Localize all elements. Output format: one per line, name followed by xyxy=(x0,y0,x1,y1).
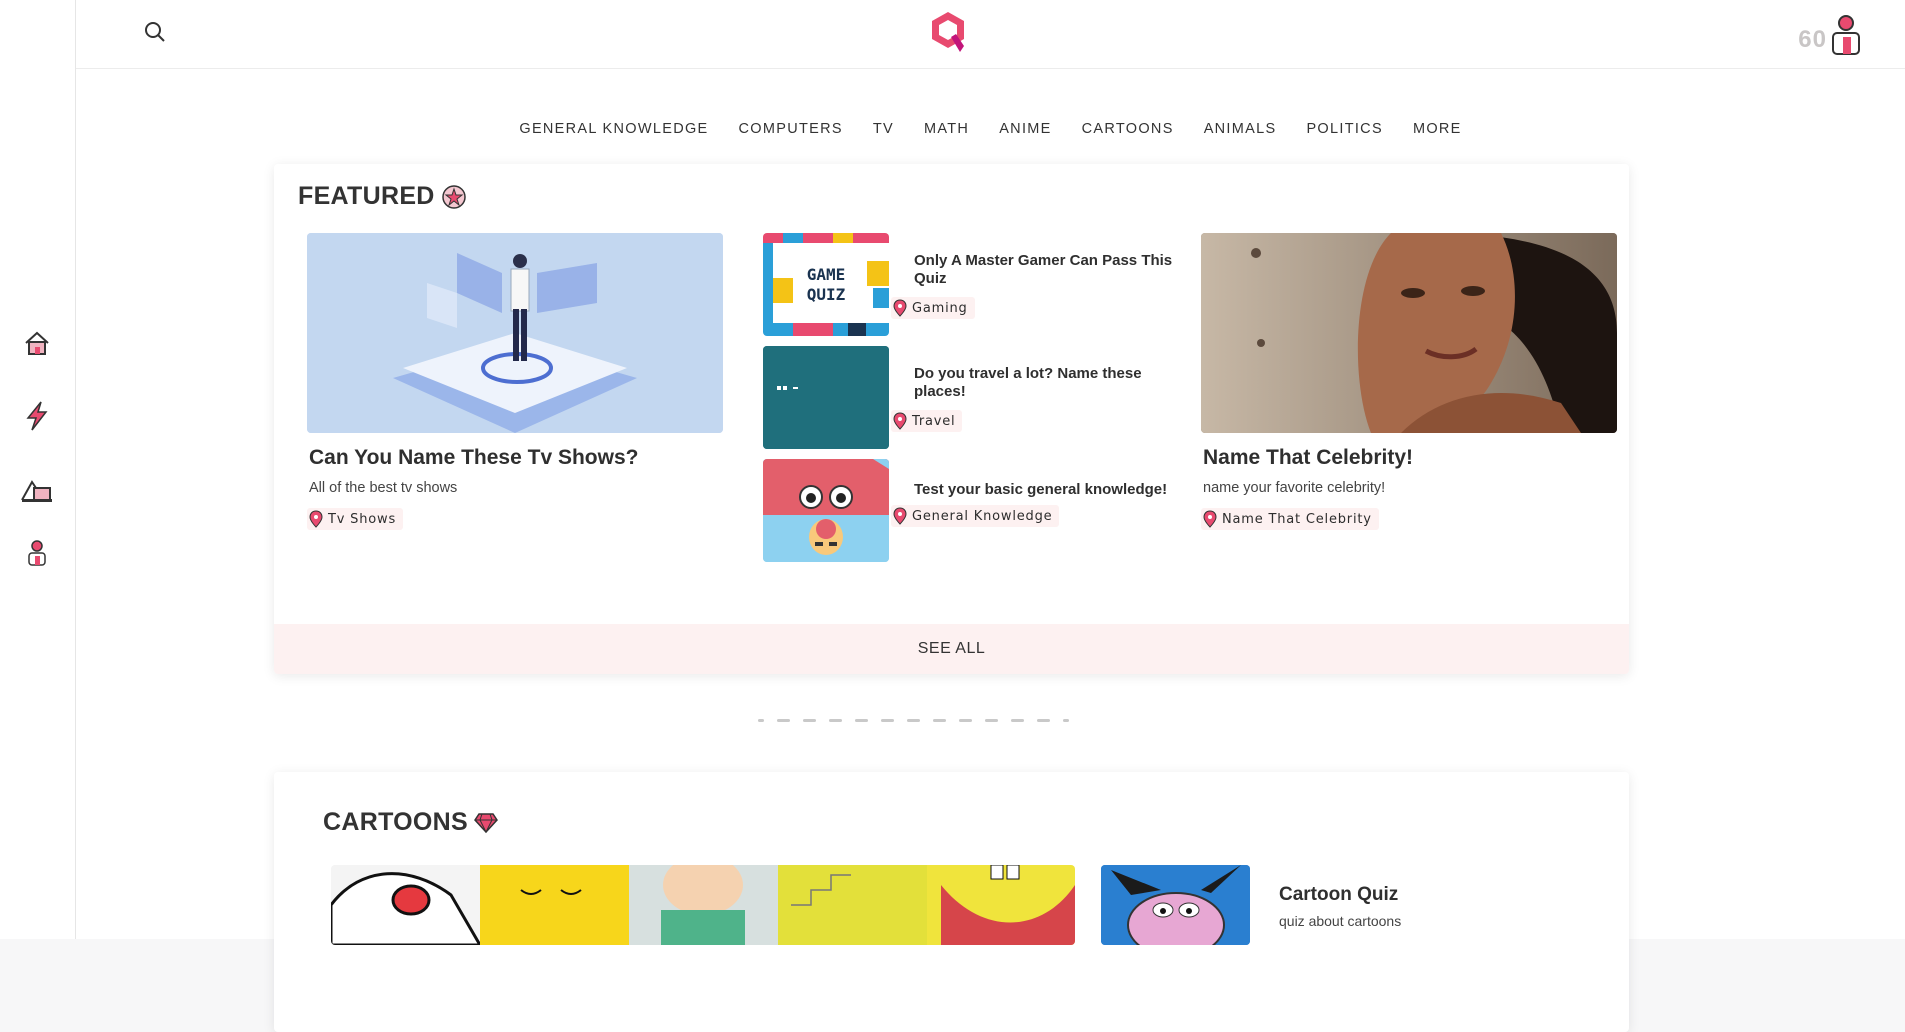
nav-item-animals[interactable]: ANIMALS xyxy=(1204,121,1277,137)
carousel-dot[interactable] xyxy=(1063,719,1069,722)
quiz-illustration xyxy=(307,233,723,433)
tv-shows-quiz-image[interactable] xyxy=(307,233,723,433)
celebrity-quiz-image[interactable] xyxy=(1201,233,1617,433)
tag-label: Name That Celebrity xyxy=(1222,511,1372,527)
profile-button[interactable] xyxy=(1829,14,1863,56)
tv-shows-quiz-title[interactable]: Can You Name These Tv Shows? xyxy=(309,446,638,470)
main-content: GENERAL KNOWLEDGE COMPUTERS TV MATH ANIM… xyxy=(76,69,1905,1032)
general-knowledge-quiz-image[interactable] xyxy=(763,459,889,562)
game-quiz-illustration: GAME QUIZ xyxy=(763,233,889,336)
tag-name-that-celebrity[interactable]: Name That Celebrity xyxy=(1201,508,1379,530)
celebrity-quiz-title[interactable]: Name That Celebrity! xyxy=(1203,446,1413,470)
featured-title: FEATURED xyxy=(298,182,435,210)
category-nav: GENERAL KNOWLEDGE COMPUTERS TV MATH ANIM… xyxy=(76,121,1905,137)
tag-label: Gaming xyxy=(912,300,968,316)
logo-icon xyxy=(932,12,964,52)
tag-label: Travel xyxy=(912,413,956,429)
general-knowledge-illustration xyxy=(763,459,889,562)
carousel-dot[interactable] xyxy=(855,719,868,722)
home-button[interactable] xyxy=(19,326,55,362)
trophy-button[interactable] xyxy=(19,472,55,508)
search-icon xyxy=(145,22,165,42)
carousel-dot[interactable] xyxy=(1037,719,1050,722)
top-header: 60 xyxy=(76,0,1905,69)
tag-gaming[interactable]: Gaming xyxy=(891,297,975,319)
carousel-dot[interactable] xyxy=(758,719,764,722)
star-badge-icon xyxy=(441,184,466,209)
pin-icon xyxy=(893,412,907,430)
profile-icon xyxy=(28,540,46,566)
cartoon-strip-illustration xyxy=(331,865,1075,945)
sidebar xyxy=(0,0,76,939)
score-value: 60 xyxy=(1798,26,1827,53)
lightning-icon xyxy=(26,401,48,431)
cartoon-quiz-desc: quiz about cartoons xyxy=(1279,913,1402,929)
gaming-quiz-title[interactable]: Only A Master Gamer Can Pass This Quiz xyxy=(914,252,1194,288)
cartoons-section: CARTOONS Cartoon Quiz quiz about cartoon… xyxy=(274,772,1629,1032)
travel-quiz-title[interactable]: Do you travel a lot? Name these places! xyxy=(914,365,1194,401)
cartoons-title: CARTOONS xyxy=(323,808,469,836)
cartoons-quiz-image-strip[interactable] xyxy=(331,865,1075,945)
pin-icon xyxy=(1203,510,1217,528)
tag-label: General Knowledge xyxy=(912,508,1053,524)
nav-item-cartoons[interactable]: CARTOONS xyxy=(1082,121,1174,137)
featured-heading: FEATURED xyxy=(298,182,467,211)
pin-icon xyxy=(893,299,907,317)
travel-quiz-image[interactable] xyxy=(763,346,889,449)
profile-icon xyxy=(1832,15,1860,55)
carousel-dot[interactable] xyxy=(907,719,920,722)
tag-tv-shows[interactable]: Tv Shows xyxy=(307,508,404,530)
cartoons-heading: CARTOONS xyxy=(323,808,498,837)
nav-item-math[interactable]: MATH xyxy=(924,121,969,137)
carousel-dot[interactable] xyxy=(881,719,894,722)
carousel-dot[interactable] xyxy=(985,719,998,722)
travel-illustration xyxy=(763,346,889,449)
general-knowledge-quiz-title[interactable]: Test your basic general knowledge! xyxy=(914,481,1194,499)
nav-item-computers[interactable]: COMPUTERS xyxy=(739,121,843,137)
gem-icon xyxy=(474,812,498,833)
nav-item-more[interactable]: MORE xyxy=(1413,121,1462,137)
trophy-icon xyxy=(21,480,52,502)
celebrity-quiz-desc: name your favorite celebrity! xyxy=(1203,480,1386,496)
tag-general-knowledge[interactable]: General Knowledge xyxy=(891,505,1060,527)
gaming-quiz-image[interactable]: GAME QUIZ xyxy=(763,233,889,336)
logo[interactable] xyxy=(928,10,968,54)
pin-icon xyxy=(309,510,323,528)
nav-item-politics[interactable]: POLITICS xyxy=(1306,121,1382,137)
tag-label: Tv Shows xyxy=(328,511,397,527)
carousel-dot[interactable] xyxy=(803,719,816,722)
carousel-dots xyxy=(758,719,1069,722)
profile-side-button[interactable] xyxy=(19,535,55,571)
search-button[interactable] xyxy=(143,20,167,44)
pin-icon xyxy=(893,507,907,525)
lightning-button[interactable] xyxy=(19,398,55,434)
nav-item-tv[interactable]: TV xyxy=(873,121,894,137)
featured-section: FEATURED Can You Name These Tv Shows? Al… xyxy=(274,164,1629,674)
courage-dog-illustration xyxy=(1101,865,1250,945)
game-image-text-2: QUIZ xyxy=(807,285,846,304)
carousel-dot[interactable] xyxy=(829,719,842,722)
carousel-dot[interactable] xyxy=(959,719,972,722)
carousel-dot[interactable] xyxy=(933,719,946,722)
cartoon-quiz-image[interactable] xyxy=(1101,865,1250,945)
tag-travel[interactable]: Travel xyxy=(891,410,963,432)
game-image-text-1: GAME xyxy=(807,265,846,284)
see-all-button[interactable]: SEE ALL xyxy=(274,624,1629,674)
nav-item-general-knowledge[interactable]: GENERAL KNOWLEDGE xyxy=(519,121,708,137)
cartoon-quiz-title[interactable]: Cartoon Quiz xyxy=(1279,884,1398,906)
tv-shows-quiz-desc: All of the best tv shows xyxy=(309,480,458,496)
celebrity-photo xyxy=(1201,233,1617,433)
nav-item-anime[interactable]: ANIME xyxy=(999,121,1051,137)
carousel-dot[interactable] xyxy=(777,719,790,722)
carousel-dot[interactable] xyxy=(1011,719,1024,722)
home-icon xyxy=(25,331,49,355)
